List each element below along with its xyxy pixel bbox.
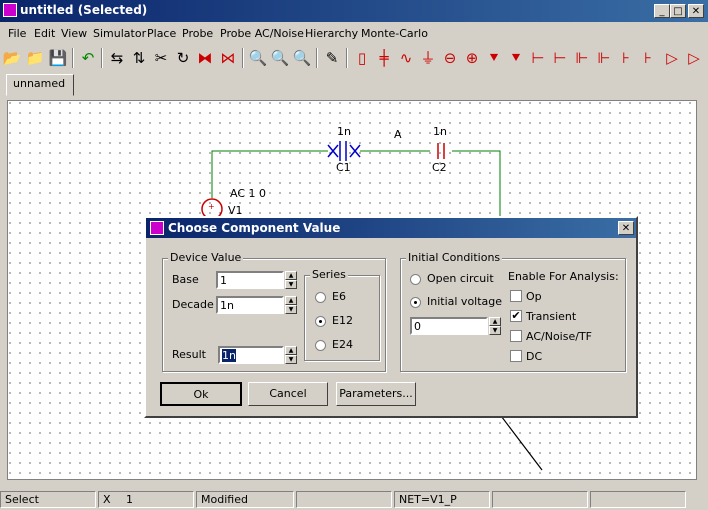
dialog-close-button[interactable]: ✕ bbox=[618, 221, 634, 235]
spin-down-icon[interactable]: ▼ bbox=[285, 280, 297, 289]
result-value: 1n bbox=[222, 349, 236, 362]
dialog-title-bar: Choose Component Value ✕ bbox=[146, 218, 636, 238]
status-x-value: 1 bbox=[126, 493, 134, 506]
status-net: NET=V1_P bbox=[394, 491, 490, 508]
decade-input[interactable]: 1n bbox=[216, 296, 284, 314]
series-e6-radio[interactable] bbox=[315, 292, 326, 303]
result-input[interactable]: 1n bbox=[218, 346, 284, 364]
series-e12-radio[interactable] bbox=[315, 316, 326, 327]
spin-down-icon[interactable]: ▼ bbox=[285, 305, 297, 314]
spin-down-icon[interactable]: ▼ bbox=[285, 355, 297, 364]
dialog-app-icon bbox=[150, 221, 164, 235]
series-label: Series bbox=[310, 268, 348, 281]
ac-noise-tf-checkbox[interactable] bbox=[510, 330, 522, 342]
dc-checkbox[interactable] bbox=[510, 350, 522, 362]
base-spinner[interactable]: ▲ ▼ bbox=[285, 271, 297, 289]
svg-text:+: + bbox=[208, 202, 215, 211]
open-circuit-label[interactable]: Open circuit bbox=[427, 272, 494, 285]
ok-button[interactable]: Ok bbox=[160, 382, 242, 406]
spin-up-icon[interactable]: ▲ bbox=[285, 296, 297, 305]
series-e12-label[interactable]: E12 bbox=[332, 314, 353, 327]
initial-voltage-label[interactable]: Initial voltage bbox=[427, 295, 502, 308]
dc-label[interactable]: DC bbox=[526, 350, 542, 363]
device-value-label: Device Value bbox=[168, 251, 244, 264]
series-e24-radio[interactable] bbox=[315, 340, 326, 351]
op-label[interactable]: Op bbox=[526, 290, 542, 303]
capacitor-c2 bbox=[437, 143, 445, 159]
capacitor-c1 bbox=[327, 141, 361, 161]
transient-checkbox[interactable]: ✔ bbox=[510, 310, 522, 322]
base-label: Base bbox=[172, 273, 199, 286]
op-checkbox[interactable] bbox=[510, 290, 522, 302]
choose-component-value-dialog: Choose Component Value ✕ Device Value Ba… bbox=[144, 216, 638, 418]
status-empty bbox=[492, 491, 588, 508]
status-bar: Select X 1 Modified NET=V1_P bbox=[0, 490, 708, 510]
decade-label: Decade bbox=[172, 298, 214, 311]
status-x: X 1 bbox=[98, 491, 194, 508]
initial-conditions-label: Initial Conditions bbox=[406, 251, 503, 264]
spin-down-icon[interactable]: ▼ bbox=[489, 326, 501, 335]
enable-analysis-label: Enable For Analysis: bbox=[508, 270, 619, 283]
c2-name: C2 bbox=[432, 161, 447, 174]
result-label: Result bbox=[172, 348, 206, 361]
spin-up-icon[interactable]: ▲ bbox=[489, 317, 501, 326]
open-circuit-radio[interactable] bbox=[410, 274, 421, 285]
status-mode: Select bbox=[0, 491, 96, 508]
decade-spinner[interactable]: ▲ ▼ bbox=[285, 296, 297, 314]
wire bbox=[452, 150, 501, 218]
c1-name: C1 bbox=[336, 161, 351, 174]
series-e24-label[interactable]: E24 bbox=[332, 338, 353, 351]
dialog-title: Choose Component Value bbox=[168, 221, 341, 235]
cancel-button[interactable]: Cancel bbox=[248, 382, 328, 406]
node-label: A bbox=[394, 128, 402, 141]
source-params: AC 1 0 bbox=[230, 187, 267, 200]
initial-voltage-spinner[interactable]: ▲ ▼ bbox=[489, 317, 501, 335]
c1-value: 1n bbox=[337, 125, 351, 138]
status-modified: Modified bbox=[196, 491, 294, 508]
transient-label[interactable]: Transient bbox=[526, 310, 576, 323]
ac-noise-tf-label[interactable]: AC/Noise/TF bbox=[526, 330, 592, 343]
spin-up-icon[interactable]: ▲ bbox=[285, 346, 297, 355]
initial-voltage-input[interactable]: 0 bbox=[410, 317, 488, 335]
status-x-label: X bbox=[103, 493, 111, 506]
c2-value: 1n bbox=[433, 125, 447, 138]
status-empty bbox=[296, 491, 392, 508]
parameters-button[interactable]: Parameters... bbox=[336, 382, 416, 406]
result-spinner[interactable]: ▲ ▼ bbox=[285, 346, 297, 364]
base-input[interactable]: 1 bbox=[216, 271, 284, 289]
initial-voltage-radio[interactable] bbox=[410, 297, 421, 308]
spin-up-icon[interactable]: ▲ bbox=[285, 271, 297, 280]
status-empty bbox=[590, 491, 686, 508]
series-e6-label[interactable]: E6 bbox=[332, 290, 346, 303]
